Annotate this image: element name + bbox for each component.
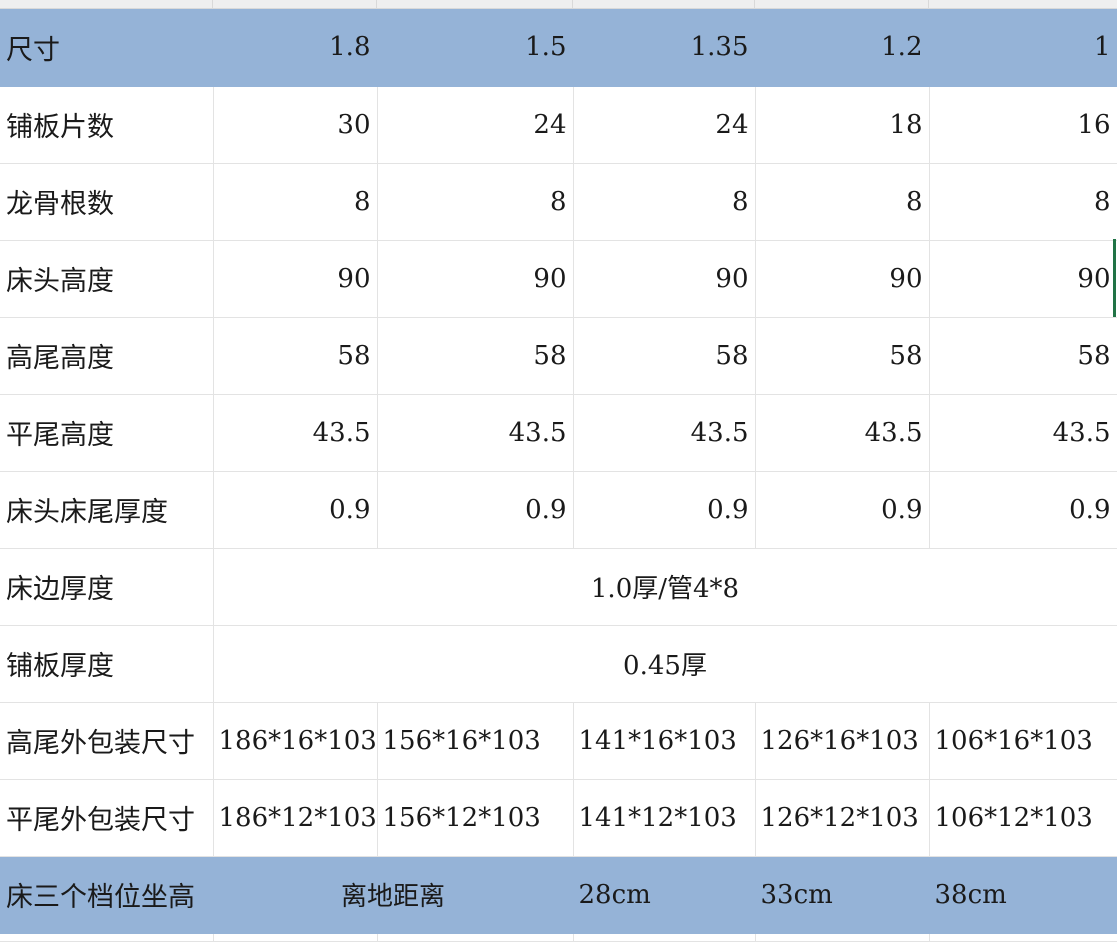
cell-value[interactable]: 90 bbox=[573, 240, 756, 318]
cell-label[interactable]: 尺寸 bbox=[0, 9, 214, 87]
cell-label[interactable]: 高尾高度 bbox=[0, 317, 214, 395]
cell-value[interactable]: 141*12*103 bbox=[573, 779, 756, 857]
cell-value[interactable]: 43.5 bbox=[755, 394, 930, 472]
cell-value[interactable]: 8 bbox=[929, 163, 1117, 241]
empty-cell[interactable] bbox=[377, 933, 574, 942]
cell-value[interactable]: 24 bbox=[377, 86, 574, 164]
empty-cell[interactable] bbox=[573, 933, 756, 942]
partial-row-strip bbox=[0, 0, 1117, 9]
cell-label[interactable]: 床边厚度 bbox=[0, 548, 214, 626]
table-row: 床头床尾厚度 0.9 0.9 0.9 0.9 0.9 bbox=[0, 471, 1117, 549]
cell-value[interactable]: 58 bbox=[755, 317, 930, 395]
table-row: 床边厚度 1.0厚/管4*8 bbox=[0, 548, 1117, 626]
cell-value[interactable]: 38cm bbox=[929, 856, 1117, 934]
table-row: 铺板厚度 0.45厚 bbox=[0, 625, 1117, 703]
cell-value[interactable]: 0.9 bbox=[755, 471, 930, 549]
cell-value[interactable]: 0.9 bbox=[929, 471, 1117, 549]
table-row: 高尾外包装尺寸 186*16*103 156*16*103 141*16*103… bbox=[0, 702, 1117, 780]
cell-selection-border bbox=[1113, 239, 1116, 317]
cell-label[interactable]: 铺板厚度 bbox=[0, 625, 214, 703]
cell-value[interactable]: 58 bbox=[213, 317, 378, 395]
cell-value[interactable]: 43.5 bbox=[377, 394, 574, 472]
seat-height-row: 床三个档位坐高 离地距离 28cm 33cm 38cm bbox=[0, 856, 1117, 934]
cell-value[interactable]: 106*16*103 bbox=[929, 702, 1117, 780]
empty-cell[interactable] bbox=[213, 933, 378, 942]
cell-label[interactable]: 铺板片数 bbox=[0, 86, 214, 164]
cell-value[interactable]: 8 bbox=[755, 163, 930, 241]
cell-value[interactable]: 90 bbox=[213, 240, 378, 318]
spreadsheet: 尺寸 1.8 1.5 1.35 1.2 1 铺板片数 30 24 24 18 1… bbox=[0, 0, 1117, 942]
cell-label[interactable]: 平尾高度 bbox=[0, 394, 214, 472]
partial-row-strip bbox=[0, 933, 1117, 942]
merged-cell[interactable]: 0.45厚 bbox=[213, 625, 1117, 703]
cell-value[interactable]: 58 bbox=[377, 317, 574, 395]
empty-cell[interactable] bbox=[755, 933, 930, 942]
cell-value[interactable]: 8 bbox=[213, 163, 378, 241]
cell-value[interactable]: 0.9 bbox=[573, 471, 756, 549]
empty-cell[interactable] bbox=[0, 933, 214, 942]
table-row: 平尾外包装尺寸 186*12*103 156*12*103 141*12*103… bbox=[0, 779, 1117, 857]
cell-value[interactable]: 106*12*103 bbox=[929, 779, 1117, 857]
cell-size[interactable]: 1.5 bbox=[377, 9, 574, 87]
cell-value[interactable]: 8 bbox=[377, 163, 574, 241]
cell-value[interactable]: 90 bbox=[755, 240, 930, 318]
cell-size[interactable]: 1 bbox=[929, 9, 1117, 87]
empty-cell[interactable] bbox=[929, 933, 1117, 942]
cell-size[interactable]: 1.8 bbox=[213, 9, 378, 87]
cell-value[interactable]: 24 bbox=[573, 86, 756, 164]
cell-value[interactable]: 90 bbox=[929, 240, 1117, 318]
cell-value[interactable]: 28cm bbox=[573, 856, 756, 934]
cell-value[interactable]: 16 bbox=[929, 86, 1117, 164]
cell-value[interactable]: 43.5 bbox=[573, 394, 756, 472]
size-header-row: 尺寸 1.8 1.5 1.35 1.2 1 bbox=[0, 9, 1117, 87]
cell-value[interactable]: 126*16*103 bbox=[755, 702, 930, 780]
cell-label[interactable]: 床头高度 bbox=[0, 240, 214, 318]
table-row: 铺板片数 30 24 24 18 16 bbox=[0, 86, 1117, 164]
cell-value[interactable]: 58 bbox=[929, 317, 1117, 395]
cell-value[interactable]: 8 bbox=[573, 163, 756, 241]
cell-value[interactable]: 156*16*103 bbox=[377, 702, 574, 780]
cell-value[interactable]: 43.5 bbox=[213, 394, 378, 472]
cell-value[interactable]: 186*16*103 bbox=[213, 702, 378, 780]
cell-label[interactable]: 床三个档位坐高 bbox=[0, 856, 214, 934]
cell-value[interactable]: 0.9 bbox=[377, 471, 574, 549]
cell-value[interactable]: 141*16*103 bbox=[573, 702, 756, 780]
data-table: 尺寸 1.8 1.5 1.35 1.2 1 铺板片数 30 24 24 18 1… bbox=[0, 9, 1117, 942]
cell-value[interactable]: 186*12*103 bbox=[213, 779, 378, 857]
merged-cell[interactable]: 1.0厚/管4*8 bbox=[213, 548, 1117, 626]
table-row: 龙骨根数 8 8 8 8 8 bbox=[0, 163, 1117, 241]
cell-value[interactable]: 离地距离 bbox=[213, 856, 574, 934]
table-row: 高尾高度 58 58 58 58 58 bbox=[0, 317, 1117, 395]
cell-size[interactable]: 1.35 bbox=[573, 9, 756, 87]
cell-label[interactable]: 床头床尾厚度 bbox=[0, 471, 214, 549]
cell-value[interactable]: 43.5 bbox=[929, 394, 1117, 472]
cell-label[interactable]: 龙骨根数 bbox=[0, 163, 214, 241]
cell-value[interactable]: 58 bbox=[573, 317, 756, 395]
cell-label[interactable]: 高尾外包装尺寸 bbox=[0, 702, 214, 780]
cell-label[interactable]: 平尾外包装尺寸 bbox=[0, 779, 214, 857]
cell-value[interactable]: 0.9 bbox=[213, 471, 378, 549]
cell-value[interactable]: 156*12*103 bbox=[377, 779, 574, 857]
cell-value[interactable]: 18 bbox=[755, 86, 930, 164]
cell-value[interactable]: 30 bbox=[213, 86, 378, 164]
table-row: 平尾高度 43.5 43.5 43.5 43.5 43.5 bbox=[0, 394, 1117, 472]
table-row: 床头高度 90 90 90 90 90 bbox=[0, 240, 1117, 318]
cell-value[interactable]: 33cm bbox=[755, 856, 930, 934]
cell-value[interactable]: 126*12*103 bbox=[755, 779, 930, 857]
cell-value[interactable]: 90 bbox=[377, 240, 574, 318]
cell-size[interactable]: 1.2 bbox=[755, 9, 930, 87]
